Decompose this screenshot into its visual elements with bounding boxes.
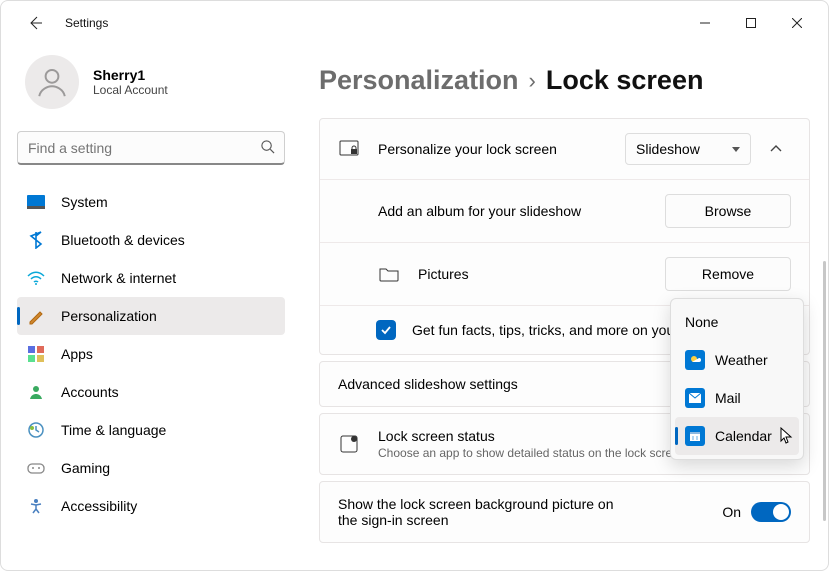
sidebar-item-label: Accounts — [61, 384, 119, 400]
wifi-icon — [27, 269, 45, 287]
breadcrumb-parent[interactable]: Personalization — [319, 65, 519, 96]
system-icon — [27, 193, 45, 211]
search-input[interactable] — [17, 131, 285, 165]
sidebar-item-label: Bluetooth & devices — [61, 232, 185, 248]
dropdown-item-label: Weather — [715, 352, 768, 368]
status-icon — [338, 434, 360, 454]
profile-type: Local Account — [93, 83, 168, 97]
sidebar-item-apps[interactable]: Apps — [17, 335, 285, 373]
accessibility-icon — [27, 497, 45, 515]
sidebar-item-accounts[interactable]: Accounts — [17, 373, 285, 411]
add-album-label: Add an album for your slideshow — [378, 203, 665, 219]
dropdown-item-mail[interactable]: Mail — [675, 379, 799, 417]
sidebar-item-bluetooth[interactable]: Bluetooth & devices — [17, 221, 285, 259]
sidebar-item-label: Personalization — [61, 308, 157, 324]
dropdown-item-none[interactable]: None — [675, 303, 799, 341]
avatar — [25, 55, 79, 109]
sidebar-item-gaming[interactable]: Gaming — [17, 449, 285, 487]
lockscreen-mode-select[interactable]: Slideshow — [625, 133, 751, 165]
bluetooth-icon — [27, 231, 45, 249]
back-button[interactable] — [25, 13, 45, 33]
dropdown-item-label: Mail — [715, 390, 741, 406]
time-icon — [27, 421, 45, 439]
sidebar-item-system[interactable]: System — [17, 183, 285, 221]
bg-label: Show the lock screen background picture … — [338, 496, 618, 528]
sidebar-item-label: Gaming — [61, 460, 110, 476]
sidebar-item-accessibility[interactable]: Accessibility — [17, 487, 285, 525]
profile-name: Sherry1 — [93, 67, 168, 83]
sidebar-item-label: Accessibility — [61, 498, 137, 514]
cursor-icon — [780, 427, 794, 450]
chevron-right-icon: › — [529, 68, 536, 94]
weather-icon — [685, 350, 705, 370]
app-title: Settings — [65, 16, 108, 30]
breadcrumb-current: Lock screen — [546, 65, 704, 96]
gaming-icon — [27, 459, 45, 477]
dropdown-item-weather[interactable]: Weather — [675, 341, 799, 379]
profile-section[interactable]: Sherry1 Local Account — [17, 45, 285, 125]
sidebar-item-label: Time & language — [61, 422, 166, 438]
maximize-button[interactable] — [728, 7, 774, 39]
sidebar-item-label: System — [61, 194, 108, 210]
apps-icon — [27, 345, 45, 363]
calendar-icon — [685, 426, 705, 446]
sidebar-item-label: Network & internet — [61, 270, 176, 286]
sidebar-item-network[interactable]: Network & internet — [17, 259, 285, 297]
browse-button[interactable]: Browse — [665, 194, 791, 228]
dropdown-item-label: Calendar — [715, 428, 772, 444]
remove-button[interactable]: Remove — [665, 257, 791, 291]
personalize-label: Personalize your lock screen — [378, 141, 625, 157]
collapse-button[interactable] — [761, 134, 791, 164]
bg-toggle[interactable] — [751, 502, 791, 522]
mail-icon — [685, 388, 705, 408]
breadcrumb: Personalization › Lock screen — [319, 65, 810, 96]
accounts-icon — [27, 383, 45, 401]
sidebar-item-personalization[interactable]: Personalization — [17, 297, 285, 335]
personalization-icon — [27, 307, 45, 325]
pictures-label: Pictures — [418, 266, 665, 282]
sidebar-item-time[interactable]: Time & language — [17, 411, 285, 449]
dropdown-item-label: None — [685, 314, 718, 330]
close-button[interactable] — [774, 7, 820, 39]
lockscreen-icon — [338, 140, 360, 158]
toggle-label: On — [722, 504, 741, 520]
folder-icon — [378, 266, 400, 282]
minimize-button[interactable] — [682, 7, 728, 39]
scrollbar[interactable] — [823, 261, 826, 521]
search-icon — [260, 139, 275, 159]
sidebar-item-label: Apps — [61, 346, 93, 362]
funfacts-checkbox[interactable] — [376, 320, 396, 340]
